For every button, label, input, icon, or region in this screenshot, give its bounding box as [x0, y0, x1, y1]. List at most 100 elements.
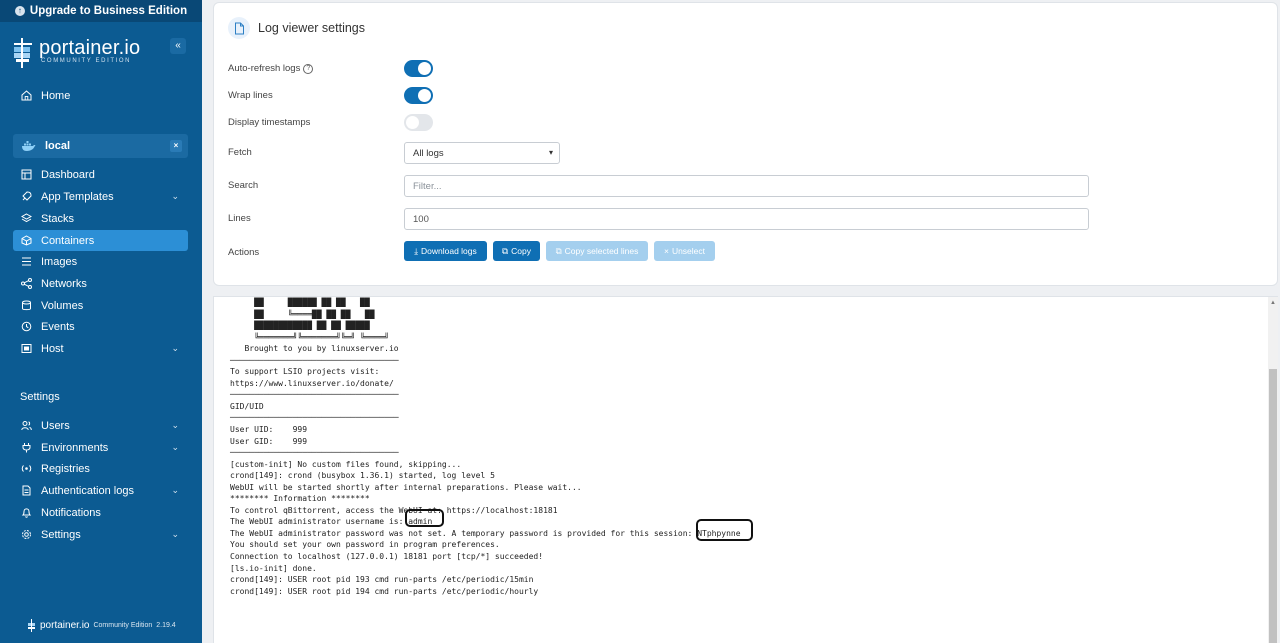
- bell-icon: [21, 507, 32, 518]
- fetch-select[interactable]: All logs ▾: [404, 142, 560, 164]
- chevron-down-icon: ⌄: [171, 343, 179, 353]
- plug-icon: [21, 442, 32, 453]
- home-icon: [21, 90, 32, 101]
- sidebar-item-label: Images: [41, 255, 78, 268]
- log-line: You should set your own password in prog…: [230, 540, 500, 550]
- sidebar-item-home[interactable]: Home: [13, 85, 188, 106]
- log-line: WebUI will be started shortly after inte…: [230, 482, 582, 492]
- sidebar-item-users[interactable]: Users ⌄: [13, 415, 188, 436]
- sidebar-item-volumes[interactable]: Volumes: [13, 295, 188, 316]
- log-line: https://www.linuxserver.io/donate/: [230, 378, 394, 388]
- sidebar-item-label: Networks: [41, 277, 87, 290]
- search-input[interactable]: Filter...: [404, 175, 1089, 197]
- log-line: crond[149]: USER root pid 194 cmd run-pa…: [230, 586, 539, 596]
- lines-input[interactable]: 100: [404, 208, 1089, 230]
- sidebar-item-label: Settings: [41, 528, 81, 541]
- upgrade-label: Upgrade to Business Edition: [29, 5, 188, 17]
- close-icon: ×: [663, 246, 669, 256]
- sidebar-item-label: Environments: [41, 441, 109, 454]
- file-icon: [228, 17, 250, 39]
- log-line: To control qBittorrent, access the WebUI…: [230, 505, 558, 515]
- sidebar-item-settings[interactable]: Settings ⌄: [13, 524, 188, 545]
- log-line: The WebUI administrator password was not…: [230, 528, 741, 538]
- log-line: [custom-init] No custom files found, ski…: [230, 459, 462, 469]
- portainer-logo-icon: [28, 619, 35, 632]
- sidebar-item-label: Authentication logs: [41, 484, 134, 497]
- sidebar-item-label: Containers: [41, 234, 95, 247]
- footer-brand-name: portainer.io: [40, 620, 90, 631]
- sidebar-item-images[interactable]: Images: [13, 251, 188, 272]
- log-lines[interactable]: ██ ██████ ██ ██ ██ ██ ╚════██ ██ ██ ██ █…: [230, 297, 741, 597]
- log-line: ██ ╚════██ ██ ██ ██: [230, 309, 375, 319]
- footer-edition: Community Edition: [93, 622, 153, 629]
- file-text-icon: [21, 485, 32, 496]
- copy-icon: ⧉: [502, 245, 509, 256]
- log-line: ───────────────────────────────────: [230, 448, 399, 458]
- gear-icon: [21, 529, 32, 540]
- portainer-logo-icon: [14, 38, 32, 68]
- sidebar-item-app-templates[interactable]: App Templates ⌄: [13, 186, 188, 207]
- log-line: ████████████ ██ ██ █████: [230, 321, 370, 331]
- help-icon[interactable]: ?: [303, 63, 314, 74]
- copy-selected-label: Copy selected lines: [564, 246, 639, 256]
- log-scrollbar[interactable]: ▲: [1268, 297, 1278, 643]
- sidebar-item-events[interactable]: Events: [13, 316, 188, 337]
- sidebar-item-label: Notifications: [41, 506, 101, 519]
- environment-local[interactable]: local ×: [13, 134, 188, 158]
- sidebar-item-label: Users: [41, 419, 70, 432]
- download-logs-label: Download logs: [421, 246, 477, 256]
- users-icon: [21, 420, 32, 431]
- auto-refresh-toggle[interactable]: [404, 60, 433, 77]
- card-title: Log viewer settings: [258, 21, 366, 35]
- log-line: ───────────────────────────────────: [230, 413, 399, 423]
- download-logs-button[interactable]: ⤓ Download logs: [404, 241, 487, 261]
- copy-selected-lines-button[interactable]: ⧉ Copy selected lines: [546, 241, 648, 261]
- wrap-lines-toggle[interactable]: [404, 87, 433, 104]
- log-line: ───────────────────────────────────: [230, 390, 399, 400]
- footer-brand: portainer.io Community Edition 2.19.4: [27, 619, 176, 632]
- arrow-up-circle-icon: ↑: [14, 6, 25, 16]
- sidebar-item-notifications[interactable]: Notifications: [13, 502, 188, 523]
- log-line: User GID: 999: [230, 436, 308, 446]
- toggle-knob: [406, 116, 419, 129]
- sidebar-item-networks[interactable]: Networks: [13, 273, 188, 294]
- sidebar-item-authentication-logs[interactable]: Authentication logs ⌄: [13, 480, 188, 501]
- environment-name: local: [45, 140, 71, 152]
- chevron-down-icon: ⌄: [171, 191, 179, 201]
- sidebar-item-containers[interactable]: Containers: [13, 230, 188, 251]
- chevron-down-icon: ⌄: [171, 485, 179, 495]
- sidebar-item-registries[interactable]: Registries: [13, 458, 188, 479]
- sidebar-item-label: Events: [41, 320, 75, 333]
- settings-section-heading: Settings: [20, 391, 60, 403]
- sidebar-item-stacks[interactable]: Stacks: [13, 208, 188, 229]
- card-header: Log viewer settings: [228, 17, 365, 39]
- log-output-panel[interactable]: ██ ██████ ██ ██ ██ ██ ╚════██ ██ ██ ██ █…: [213, 296, 1278, 643]
- wrap-lines-label: Wrap lines: [228, 90, 273, 101]
- log-line: The WebUI administrator username is: adm…: [230, 517, 433, 527]
- fetch-select-value: All logs: [413, 147, 444, 159]
- log-line: ───────────────────────────────────: [230, 355, 399, 365]
- sidebar-item-label: Volumes: [41, 299, 84, 312]
- sidebar: ↑ Upgrade to Business Edition portainer.…: [0, 0, 202, 643]
- collapse-sidebar-button[interactable]: «: [170, 38, 186, 54]
- fetch-label: Fetch: [228, 147, 252, 158]
- chevron-down-icon: ⌄: [171, 442, 179, 452]
- docker-icon: [21, 140, 36, 152]
- log-line: To support LSIO projects visit:: [230, 367, 380, 377]
- log-line: crond[149]: crond (busybox 1.36.1) start…: [230, 471, 495, 481]
- copy-icon: ⧉: [555, 245, 562, 256]
- upgrade-banner[interactable]: ↑ Upgrade to Business Edition: [0, 0, 202, 22]
- sidebar-item-environments[interactable]: Environments ⌄: [13, 437, 188, 458]
- close-environment-button[interactable]: ×: [170, 140, 182, 152]
- search-label: Search: [228, 180, 259, 191]
- history-icon: [21, 321, 32, 332]
- sidebar-item-host[interactable]: Host ⌄: [13, 338, 188, 359]
- portainer-logo[interactable]: portainer.io COMMUNITY EDITION: [12, 36, 190, 72]
- toggle-knob: [418, 62, 431, 75]
- unselect-button[interactable]: × Unselect: [654, 241, 715, 261]
- log-scrollbar-thumb[interactable]: [1269, 369, 1277, 643]
- sidebar-item-dashboard[interactable]: Dashboard: [13, 164, 188, 185]
- display-timestamps-toggle[interactable]: [404, 114, 433, 131]
- scroll-up-arrow-icon[interactable]: ▲: [1270, 300, 1276, 306]
- copy-button[interactable]: ⧉ Copy: [493, 241, 540, 261]
